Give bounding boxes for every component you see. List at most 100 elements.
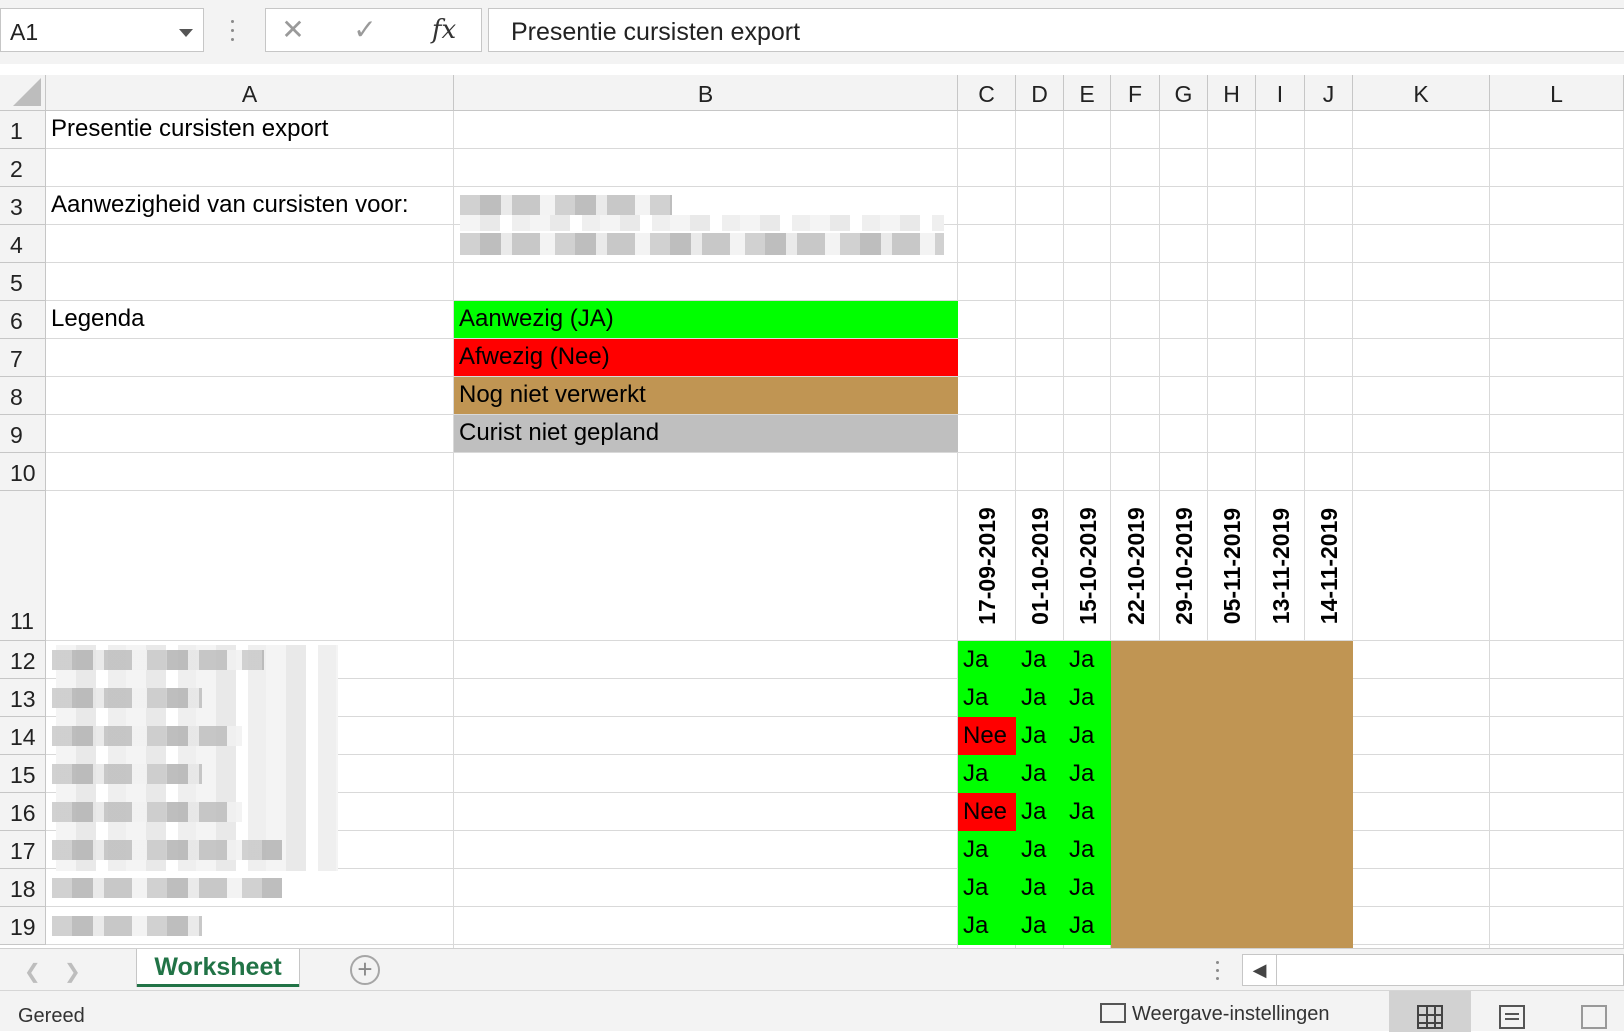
row-header-8[interactable]: 8 — [0, 377, 46, 415]
column-header-b[interactable]: B — [454, 75, 958, 111]
column-header-a[interactable]: A — [46, 75, 454, 111]
date-header[interactable]: 13-11-2019 — [1256, 491, 1305, 641]
row-header-9[interactable]: 9 — [0, 415, 46, 453]
formula-input[interactable]: Presentie cursisten export — [488, 8, 1624, 52]
attendance-cell[interactable]: Ja — [1016, 794, 1046, 830]
cell-a1[interactable]: Presentie cursisten export — [46, 111, 328, 147]
cancel-icon[interactable]: ✕ — [270, 13, 316, 47]
gridline-horizontal — [46, 944, 1624, 945]
page-layout-icon — [1499, 1005, 1525, 1029]
attendance-cell[interactable]: Ja — [1016, 756, 1046, 792]
chevron-down-icon[interactable] — [179, 29, 193, 37]
redacted-student-name — [52, 802, 242, 822]
row-header-11[interactable]: 11 — [0, 491, 46, 641]
column-header-f[interactable]: F — [1111, 75, 1160, 111]
select-all-button[interactable] — [0, 75, 46, 111]
next-sheet-icon[interactable]: ❯ — [64, 959, 81, 984]
sheet-tab-bar: ❮ ❯ Worksheet + ◀ — [0, 948, 1624, 990]
column-header-l[interactable]: L — [1490, 75, 1624, 111]
row-header-14[interactable]: 14 — [0, 717, 46, 755]
insert-function-button[interactable]: fx — [421, 13, 467, 47]
column-header-i[interactable]: I — [1256, 75, 1305, 111]
name-box-value: A1 — [10, 19, 39, 45]
date-header-label: 29-10-2019 — [1171, 507, 1197, 625]
attendance-cell[interactable]: Ja — [1016, 832, 1046, 868]
row-header-1[interactable]: 1 — [0, 111, 46, 149]
attendance-cell[interactable]: Ja — [1016, 718, 1046, 754]
split-handle-icon[interactable] — [1216, 961, 1220, 981]
legend-not-processed[interactable]: Nog niet verwerkt — [454, 377, 646, 413]
display-settings-button[interactable]: Weergave-instellingen — [1100, 1003, 1330, 1026]
legend-present[interactable]: Aanwezig (JA) — [454, 301, 614, 337]
horizontal-scrollbar[interactable]: ◀ — [1242, 954, 1624, 986]
attendance-cell[interactable]: Ja — [1064, 756, 1094, 792]
row-header-17[interactable]: 17 — [0, 831, 46, 869]
column-header-k[interactable]: K — [1353, 75, 1490, 111]
attendance-cell[interactable]: Ja — [1016, 870, 1046, 906]
column-header-g[interactable]: G — [1160, 75, 1208, 111]
attendance-cell[interactable]: Ja — [1064, 832, 1094, 868]
attendance-cell[interactable]: Ja — [1016, 642, 1046, 678]
row-header-16[interactable]: 16 — [0, 793, 46, 831]
add-sheet-button[interactable]: + — [350, 955, 380, 985]
attendance-cell[interactable]: Nee — [958, 718, 1007, 754]
attendance-cell[interactable]: Ja — [1064, 794, 1094, 830]
normal-view-button[interactable] — [1389, 991, 1471, 1032]
row-header-13[interactable]: 13 — [0, 679, 46, 717]
attendance-cell[interactable]: Ja — [1064, 642, 1094, 678]
date-header[interactable]: 05-11-2019 — [1208, 491, 1256, 641]
row-header-3[interactable]: 3 — [0, 187, 46, 225]
column-header-j[interactable]: J — [1305, 75, 1353, 111]
column-header-d[interactable]: D — [1016, 75, 1064, 111]
scroll-left-icon[interactable]: ◀ — [1243, 955, 1277, 985]
row-header-10[interactable]: 10 — [0, 453, 46, 491]
attendance-cell[interactable]: Ja — [1064, 718, 1094, 754]
attendance-cell[interactable]: Ja — [1016, 908, 1046, 944]
date-header[interactable]: 22-10-2019 — [1111, 491, 1160, 641]
name-box[interactable]: A1 — [0, 8, 204, 52]
prev-sheet-icon[interactable]: ❮ — [24, 959, 41, 984]
page-break-view-button[interactable] — [1553, 991, 1624, 1032]
legend-not-planned[interactable]: Curist niet gepland — [454, 415, 659, 451]
row-header-18[interactable]: 18 — [0, 869, 46, 907]
row-header-2[interactable]: 2 — [0, 149, 46, 187]
row-header-5[interactable]: 5 — [0, 263, 46, 301]
date-header-label: 01-10-2019 — [1027, 507, 1053, 625]
worksheet-grid[interactable]: ABCDEFGHIJKL 1 2 3 4 5 6 7 8 9 10 11 12 13 14 15 16 17 18… — [0, 75, 1624, 948]
row-header-19[interactable]: 19 — [0, 907, 46, 945]
column-header-h[interactable]: H — [1208, 75, 1256, 111]
drag-handle-icon[interactable] — [229, 20, 235, 42]
date-header[interactable]: 01-10-2019 — [1016, 491, 1064, 641]
row-header-12[interactable]: 12 — [0, 641, 46, 679]
redacted-student-name — [52, 650, 264, 670]
date-header[interactable]: 29-10-2019 — [1160, 491, 1208, 641]
row-header-15[interactable]: 15 — [0, 755, 46, 793]
date-header[interactable]: 15-10-2019 — [1064, 491, 1111, 641]
attendance-cell[interactable]: Ja — [958, 832, 988, 868]
date-header[interactable]: 14-11-2019 — [1305, 491, 1353, 641]
redacted-student-name — [52, 764, 202, 784]
page-layout-view-button[interactable] — [1471, 991, 1553, 1032]
attendance-cell[interactable]: Ja — [1016, 680, 1046, 716]
cell-a3[interactable]: Aanwezigheid van cursisten voor: — [46, 187, 409, 223]
sheet-tab-worksheet[interactable]: Worksheet — [137, 949, 299, 987]
column-header-e[interactable]: E — [1064, 75, 1111, 111]
attendance-cell[interactable]: Ja — [1064, 870, 1094, 906]
date-header-label: 14-11-2019 — [1316, 507, 1342, 625]
attendance-cell[interactable]: Ja — [958, 908, 988, 944]
attendance-cell[interactable]: Ja — [958, 756, 988, 792]
attendance-cell[interactable]: Ja — [1064, 908, 1094, 944]
attendance-cell[interactable]: Ja — [1064, 680, 1094, 716]
row-header-7[interactable]: 7 — [0, 339, 46, 377]
attendance-cell[interactable]: Ja — [958, 870, 988, 906]
attendance-cell[interactable]: Nee — [958, 794, 1007, 830]
date-header[interactable]: 17-09-2019 — [958, 491, 1016, 641]
attendance-cell[interactable]: Ja — [958, 642, 988, 678]
legend-absent[interactable]: Afwezig (Nee) — [454, 339, 610, 375]
cell-a6[interactable]: Legenda — [46, 301, 144, 337]
row-header-4[interactable]: 4 — [0, 225, 46, 263]
attendance-cell[interactable]: Ja — [958, 680, 988, 716]
column-header-c[interactable]: C — [958, 75, 1016, 111]
enter-icon[interactable]: ✓ — [342, 13, 388, 47]
row-header-6[interactable]: 6 — [0, 301, 46, 339]
